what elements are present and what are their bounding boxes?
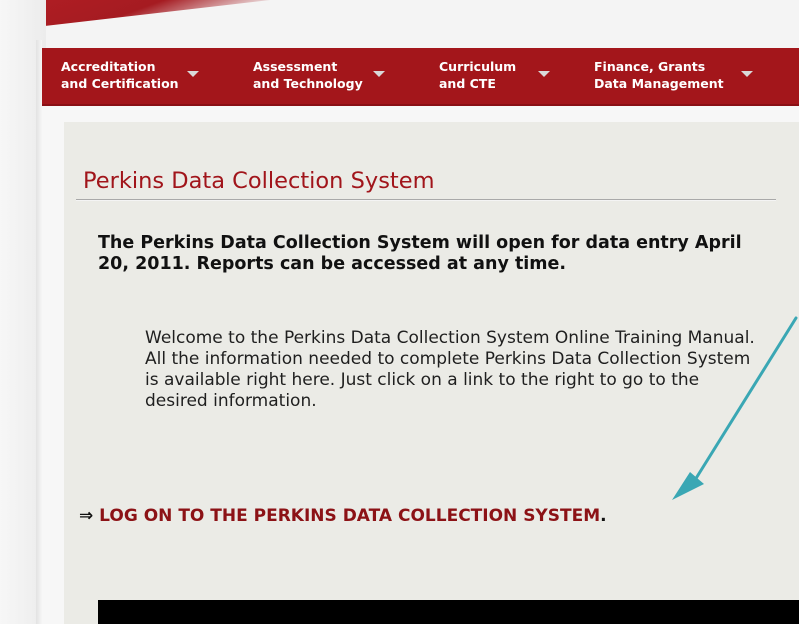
right-double-arrow-icon: ⇒ (79, 506, 94, 526)
welcome-text: Welcome to the Perkins Data Collection S… (145, 328, 755, 411)
dropdown-triangle-icon (741, 71, 753, 77)
nav-item-label-line2: Data Management (594, 76, 724, 91)
nav-item-label-line2: and Technology (253, 76, 363, 91)
nav-item-label-line1: Finance, Grants (594, 59, 706, 74)
logon-link[interactable]: ⇒ LOG ON TO THE PERKINS DATA COLLECTION … (79, 505, 729, 527)
dropdown-triangle-icon (187, 71, 199, 77)
logon-link-text[interactable]: LOG ON TO THE PERKINS DATA COLLECTION SY… (99, 506, 600, 526)
dropdown-triangle-icon (373, 71, 385, 77)
nav-item-label-line2: and CTE (439, 76, 496, 91)
nav-item-curriculum[interactable]: Curriculum and CTE (439, 58, 550, 92)
embedded-media-block[interactable] (98, 600, 799, 624)
nav-item-label-line1: Assessment (253, 59, 338, 74)
nav-item-finance[interactable]: Finance, Grants Data Management (594, 58, 753, 92)
nav-item-label-line1: Curriculum (439, 59, 517, 74)
nav-item-accreditation[interactable]: Accreditation and Certification (61, 58, 199, 92)
logon-link-period: . (600, 506, 607, 526)
main-navigation-bar: Accreditation and Certification Assessme… (42, 48, 799, 106)
nav-item-assessment[interactable]: Assessment and Technology (253, 58, 385, 92)
system-open-notice: The Perkins Data Collection System will … (98, 233, 742, 274)
nav-item-label-line2: and Certification (61, 76, 179, 91)
nav-item-label-line1: Accreditation (61, 59, 156, 74)
page-title: Perkins Data Collection System (83, 168, 435, 194)
dropdown-triangle-icon (538, 71, 550, 77)
title-divider-highlight (76, 200, 776, 201)
